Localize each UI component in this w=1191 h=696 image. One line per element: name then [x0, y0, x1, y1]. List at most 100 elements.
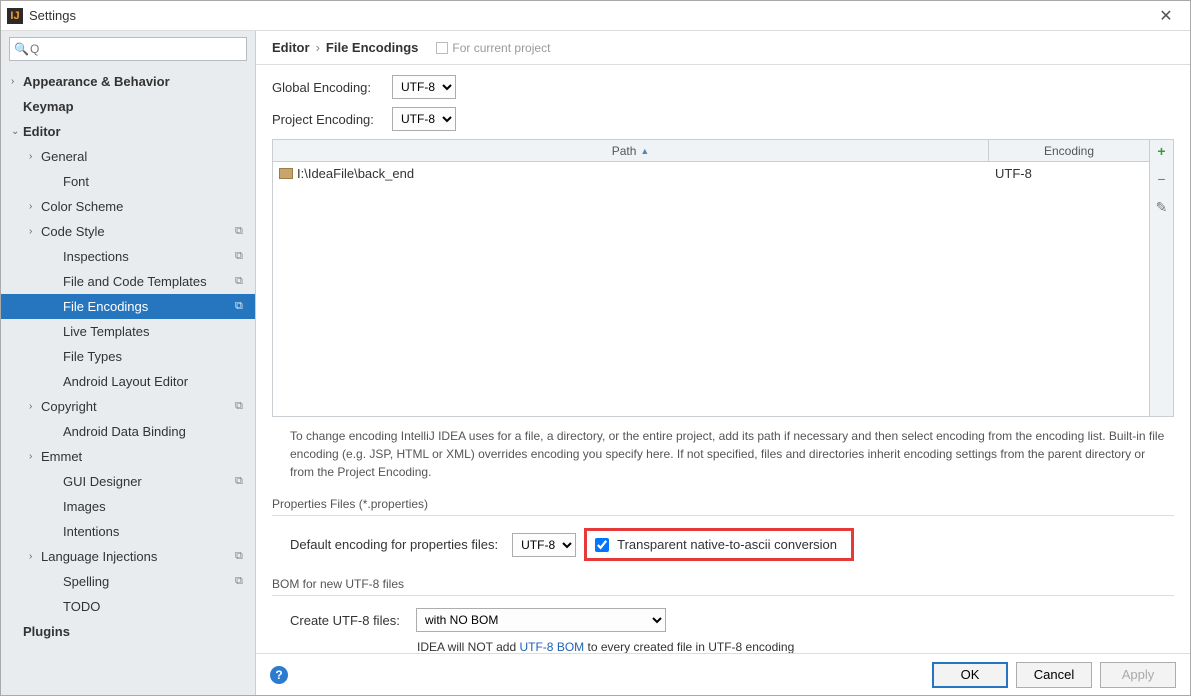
button-bar: ? OK Cancel Apply [256, 653, 1190, 695]
remove-icon[interactable]: − [1155, 172, 1169, 186]
table-row[interactable]: I:\IdeaFile\back_endUTF-8 [273, 162, 1149, 184]
sidebar-item-label: File Encodings [63, 299, 235, 314]
project-encoding-select[interactable]: UTF-8 [392, 107, 456, 131]
global-encoding-select[interactable]: UTF-8 [392, 75, 456, 99]
project-badge-icon [235, 500, 249, 514]
encoding-table[interactable]: Path ▲ Encoding I:\IdeaFile\back_endUTF-… [272, 139, 1150, 417]
sidebar-item-android-data-binding[interactable]: Android Data Binding [1, 419, 255, 444]
divider [272, 515, 1174, 516]
settings-tree[interactable]: ›Appearance & BehaviorKeymap⌄Editor›Gene… [1, 65, 255, 695]
sidebar-item-label: Live Templates [63, 324, 235, 339]
sidebar-item-label: Intentions [63, 524, 235, 539]
sidebar-item-file-and-code-templates[interactable]: File and Code Templates⧉ [1, 269, 255, 294]
highlighted-option: Transparent native-to-ascii conversion [584, 528, 854, 561]
help-icon[interactable]: ? [270, 666, 288, 684]
table-toolbar: + − ✎ [1150, 139, 1174, 417]
sidebar-item-appearance-behavior[interactable]: ›Appearance & Behavior [1, 69, 255, 94]
sidebar-item-general[interactable]: ›General [1, 144, 255, 169]
bom-label: Create UTF-8 files: [290, 613, 408, 628]
apply-button[interactable]: Apply [1100, 662, 1176, 688]
project-badge-icon [235, 125, 249, 139]
sidebar-item-font[interactable]: Font [1, 169, 255, 194]
add-icon[interactable]: + [1155, 144, 1169, 158]
sidebar-item-label: GUI Designer [63, 474, 235, 489]
project-badge-icon [235, 200, 249, 214]
sidebar-item-label: TODO [63, 599, 235, 614]
divider [272, 595, 1174, 596]
col-path[interactable]: Path ▲ [273, 140, 989, 161]
sidebar-item-label: Font [63, 174, 235, 189]
sidebar-item-plugins[interactable]: Plugins [1, 619, 255, 644]
edit-icon[interactable]: ✎ [1155, 200, 1169, 214]
sidebar-item-label: Android Data Binding [63, 424, 235, 439]
crumb-editor[interactable]: Editor [272, 40, 310, 55]
project-badge-icon: ⧉ [235, 225, 249, 239]
main-panel: Editor › File Encodings For current proj… [256, 31, 1190, 695]
chevron-icon: › [29, 151, 41, 162]
sidebar-item-android-layout-editor[interactable]: Android Layout Editor [1, 369, 255, 394]
project-scope-icon [436, 42, 448, 54]
project-badge-icon [235, 100, 249, 114]
sidebar-item-emmet[interactable]: ›Emmet [1, 444, 255, 469]
project-badge-icon [235, 150, 249, 164]
sidebar-item-label: General [41, 149, 235, 164]
properties-section-label: Properties Files (*.properties) [272, 497, 1174, 511]
props-encoding-label: Default encoding for properties files: [290, 537, 498, 552]
sidebar-item-label: Images [63, 499, 235, 514]
ok-button[interactable]: OK [932, 662, 1008, 688]
sort-asc-icon: ▲ [640, 146, 649, 156]
props-encoding-select[interactable]: UTF-8 [512, 533, 576, 557]
sidebar-item-spelling[interactable]: Spelling⧉ [1, 569, 255, 594]
sidebar-item-live-templates[interactable]: Live Templates [1, 319, 255, 344]
sidebar-item-color-scheme[interactable]: ›Color Scheme [1, 194, 255, 219]
cancel-button[interactable]: Cancel [1016, 662, 1092, 688]
folder-icon [279, 168, 293, 179]
sidebar-item-images[interactable]: Images [1, 494, 255, 519]
search-icon: 🔍 [14, 42, 29, 56]
search-box: 🔍 [9, 37, 247, 61]
project-badge-icon: ⧉ [235, 575, 249, 589]
global-encoding-label: Global Encoding: [272, 80, 392, 95]
project-badge-icon: ⧉ [235, 250, 249, 264]
sidebar-item-language-injections[interactable]: ›Language Injections⧉ [1, 544, 255, 569]
sidebar-item-label: Keymap [23, 99, 235, 114]
sidebar-item-label: File Types [63, 349, 235, 364]
project-badge-icon: ⧉ [235, 400, 249, 414]
chevron-icon: › [11, 76, 23, 87]
sidebar-item-code-style[interactable]: ›Code Style⧉ [1, 219, 255, 244]
sidebar-item-intentions[interactable]: Intentions [1, 519, 255, 544]
utf8-bom-link[interactable]: UTF-8 BOM [519, 640, 584, 653]
window-title: Settings [29, 8, 1148, 23]
col-encoding[interactable]: Encoding [989, 140, 1149, 161]
sidebar-item-label: Inspections [63, 249, 235, 264]
encoding-cell[interactable]: UTF-8 [989, 166, 1149, 181]
sidebar-item-file-types[interactable]: File Types [1, 344, 255, 369]
chevron-icon: › [29, 401, 41, 412]
settings-window: IJ Settings ✕ 🔍 ›Appearance & BehaviorKe… [0, 0, 1191, 696]
sidebar-item-label: Appearance & Behavior [23, 74, 235, 89]
project-badge-icon [235, 425, 249, 439]
sidebar-item-label: Emmet [41, 449, 235, 464]
native-to-ascii-label: Transparent native-to-ascii conversion [617, 537, 837, 552]
native-to-ascii-checkbox[interactable] [595, 538, 609, 552]
sidebar-item-copyright[interactable]: ›Copyright⧉ [1, 394, 255, 419]
content: Global Encoding: UTF-8 Project Encoding:… [256, 65, 1190, 653]
sidebar-item-keymap[interactable]: Keymap [1, 94, 255, 119]
titlebar: IJ Settings ✕ [1, 1, 1190, 31]
close-icon[interactable]: ✕ [1148, 6, 1184, 26]
app-icon: IJ [7, 8, 23, 24]
sidebar-item-todo[interactable]: TODO [1, 594, 255, 619]
sidebar-item-inspections[interactable]: Inspections⧉ [1, 244, 255, 269]
sidebar-item-label: Spelling [63, 574, 235, 589]
sidebar-item-label: Code Style [41, 224, 235, 239]
project-badge-icon [235, 75, 249, 89]
sidebar-item-file-encodings[interactable]: File Encodings⧉ [1, 294, 255, 319]
sidebar-item-label: Android Layout Editor [63, 374, 235, 389]
sidebar-item-editor[interactable]: ⌄Editor [1, 119, 255, 144]
chevron-icon: › [29, 551, 41, 562]
sidebar-item-label: Color Scheme [41, 199, 235, 214]
search-input[interactable] [9, 37, 247, 61]
project-encoding-label: Project Encoding: [272, 112, 392, 127]
bom-select[interactable]: with NO BOM [416, 608, 666, 632]
sidebar-item-gui-designer[interactable]: GUI Designer⧉ [1, 469, 255, 494]
